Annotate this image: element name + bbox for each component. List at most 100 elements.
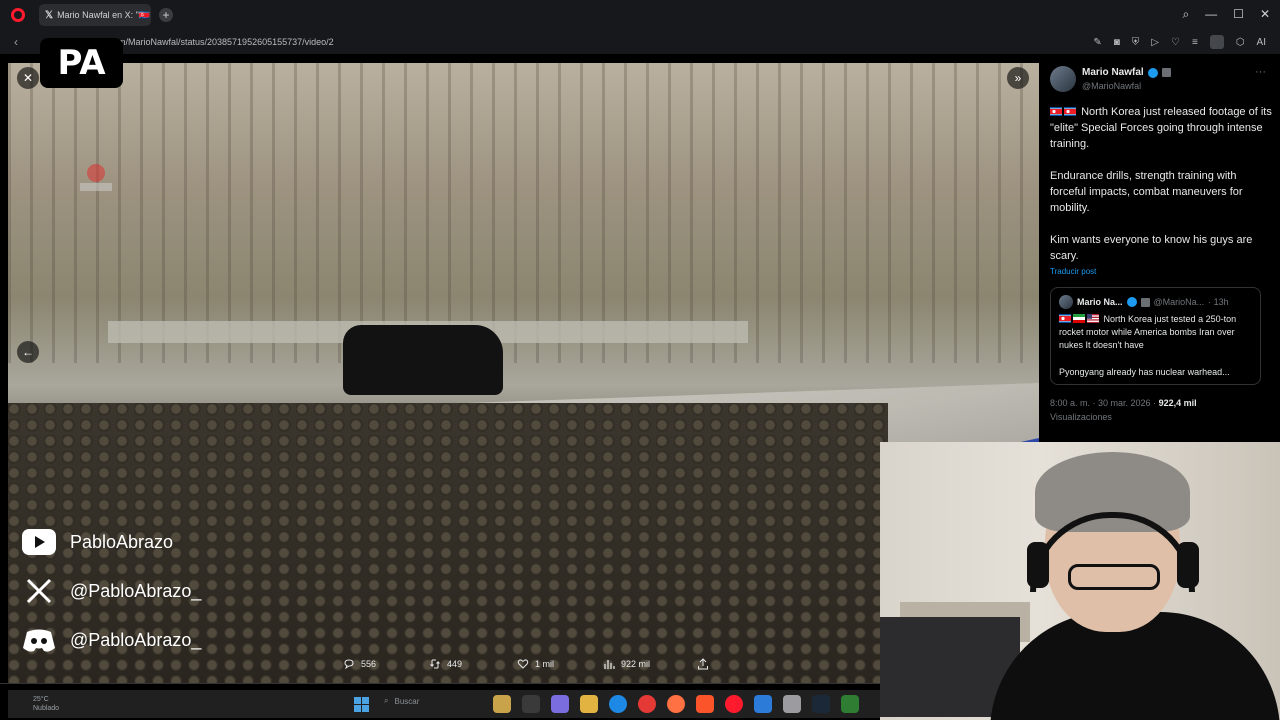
affiliation-badge-icon	[1161, 68, 1171, 77]
quoted-tweet[interactable]: Mario Na... @MarioNa... · 13h North Kore…	[1050, 287, 1261, 385]
opera-logo-icon[interactable]	[11, 8, 25, 22]
quoted-author-name: Mario Na...	[1077, 297, 1123, 307]
x-handle: @PabloAbrazo_	[70, 580, 202, 601]
copilot-icon[interactable]	[551, 695, 569, 713]
close-window-button[interactable]: ✕	[1260, 7, 1270, 22]
affiliation-badge-icon	[1140, 297, 1150, 307]
play-icon[interactable]: ▷	[1151, 37, 1159, 48]
quoted-text-body: North Korea just tested a 250-ton rocket…	[1059, 314, 1237, 350]
north-korea-flag-icon	[1059, 314, 1071, 323]
like-count: 1 mil	[535, 659, 555, 669]
social-discord: @PabloAbrazo_	[20, 622, 201, 658]
tweet-timestamp[interactable]: 8:00 a. m. · 30 mar. 2026 ·	[1050, 398, 1159, 408]
previous-media-button[interactable]: ←	[17, 341, 39, 363]
windows-start-icon[interactable]	[354, 697, 369, 712]
taskbar-search[interactable]: ⌕ Buscar	[384, 696, 419, 706]
address-bar-icons: ✎ ◙ ⛨ ▷ ♡ ≡ ⬡ AI	[1093, 35, 1266, 49]
tweet-paragraph-1: North Korea just released footage of its…	[1050, 106, 1272, 150]
chrome-icon[interactable]	[638, 695, 656, 713]
discord-handle: @PabloAbrazo_	[70, 629, 202, 650]
steam-icon[interactable]	[812, 695, 830, 713]
extensions-icon[interactable]: ⬡	[1236, 37, 1245, 48]
tweet-view-count: 922,4 mil	[1158, 398, 1197, 408]
browser-tab-bar: 𝕏 Mario Nawfal en X: "🇰🇵 ✕ + ⌕ — ☐ ✕	[0, 0, 1280, 30]
back-arrow-icon[interactable]: ‹	[14, 35, 18, 49]
verified-badge-icon	[1147, 67, 1158, 78]
brave-icon[interactable]	[696, 695, 714, 713]
pa-logo: PA	[40, 38, 123, 88]
youtube-icon	[20, 524, 58, 560]
edge-icon[interactable]	[609, 695, 627, 713]
quoted-author-handle: @MarioNa...	[1153, 297, 1205, 307]
camera-icon[interactable]: ◙	[1114, 37, 1120, 48]
video-limousine	[343, 325, 503, 395]
minimize-button[interactable]: —	[1205, 7, 1217, 22]
firefox-icon[interactable]	[667, 695, 685, 713]
tweet-paragraph-2: Endurance drills, strength training with…	[1050, 170, 1243, 214]
iran-flag-icon	[1073, 314, 1085, 323]
expand-sidebar-button[interactable]: »	[1007, 67, 1029, 89]
webcam-overlay	[880, 442, 1280, 720]
search-icon: ⌕	[384, 696, 389, 705]
weather-widget[interactable]: 25°C Nublado	[33, 695, 59, 713]
author-name-row[interactable]: Mario Nawfal	[1082, 67, 1171, 78]
file-explorer-icon[interactable]	[580, 695, 598, 713]
quoted-text: North Korea just tested a 250-ton rocket…	[1059, 313, 1255, 352]
tweet-paragraph-3: Kim wants everyone to know his guys are …	[1050, 234, 1253, 262]
north-korea-flag-icon	[1050, 107, 1062, 116]
taskbar-apps	[493, 695, 859, 713]
glasses	[1068, 564, 1160, 590]
gear-icon[interactable]	[783, 695, 801, 713]
heart-icon[interactable]: ♡	[1171, 37, 1180, 48]
like-button[interactable]: 1 mil	[517, 658, 603, 670]
verified-badge-icon	[1126, 297, 1137, 307]
shield-icon[interactable]: ⛨	[1132, 37, 1140, 48]
reply-count: 556	[361, 659, 377, 669]
x-logo-icon	[20, 573, 58, 609]
reply-button[interactable]: 556	[343, 658, 429, 670]
weather-temp: 25°C	[33, 696, 49, 703]
window-controls: ⌕ — ☐ ✕	[1182, 7, 1270, 22]
menu-icon[interactable]: ≡	[1192, 37, 1198, 48]
opera-icon[interactable]	[725, 695, 743, 713]
outlook-icon[interactable]	[754, 695, 772, 713]
profile-icon[interactable]	[1209, 35, 1224, 49]
ai-button[interactable]: AI	[1257, 37, 1266, 48]
file-icon[interactable]	[522, 695, 540, 713]
xbox-icon[interactable]	[841, 695, 859, 713]
url-field[interactable]: m/MarioNawfal/status/2038571952605155737…	[118, 37, 334, 47]
youtube-handle: PabloAbrazo	[70, 531, 174, 552]
share-icon	[698, 658, 708, 670]
social-youtube: PabloAbrazo	[20, 524, 201, 560]
weather-condition: Nublado	[33, 705, 60, 712]
repost-button[interactable]: 449	[429, 658, 517, 670]
tab-mario-nawfal[interactable]: 𝕏 Mario Nawfal en X: "🇰🇵 ✕	[39, 4, 151, 26]
headset-earcup	[1177, 542, 1199, 588]
post-stats-bar: 556 449 1 mil 922 mil	[343, 658, 709, 670]
heart-outline-icon	[517, 659, 529, 669]
views-label: Visualizaciones	[1050, 412, 1112, 422]
more-options-icon[interactable]: ···	[1255, 66, 1266, 78]
tweet-text: North Korea just released footage of its…	[1050, 104, 1272, 280]
views-chart-icon	[604, 660, 615, 669]
maximize-button[interactable]: ☐	[1233, 7, 1244, 22]
view-count: 922 mil	[621, 659, 651, 669]
headset-earcup	[1027, 542, 1049, 588]
new-tab-button[interactable]: +	[159, 8, 173, 22]
translate-post-link[interactable]: Traducir post	[1050, 267, 1096, 276]
share-button[interactable]	[697, 658, 709, 670]
quoted-tweet-header: Mario Na... @MarioNa... · 13h	[1059, 295, 1229, 309]
quoted-text-continuation: Pyongyang already has nuclear warhead...	[1059, 367, 1230, 377]
search-tabs-icon[interactable]: ⌕	[1182, 7, 1189, 22]
taskbar-search-placeholder: Buscar	[394, 696, 420, 706]
divider	[0, 683, 880, 684]
views-button[interactable]: 922 mil	[603, 658, 697, 670]
author-handle[interactable]: @MarioNawfal	[1082, 81, 1141, 91]
edit-icon[interactable]: ✎	[1093, 37, 1101, 48]
us-flag-icon	[1087, 314, 1099, 323]
widgets-icon[interactable]	[493, 695, 511, 713]
avatar[interactable]	[1050, 66, 1076, 92]
close-video-button[interactable]: ✕	[17, 67, 39, 89]
tab-title: Mario Nawfal en X: "🇰🇵	[57, 9, 150, 20]
address-bar: ‹ m/MarioNawfal/status/20385719526051557…	[0, 30, 1280, 54]
